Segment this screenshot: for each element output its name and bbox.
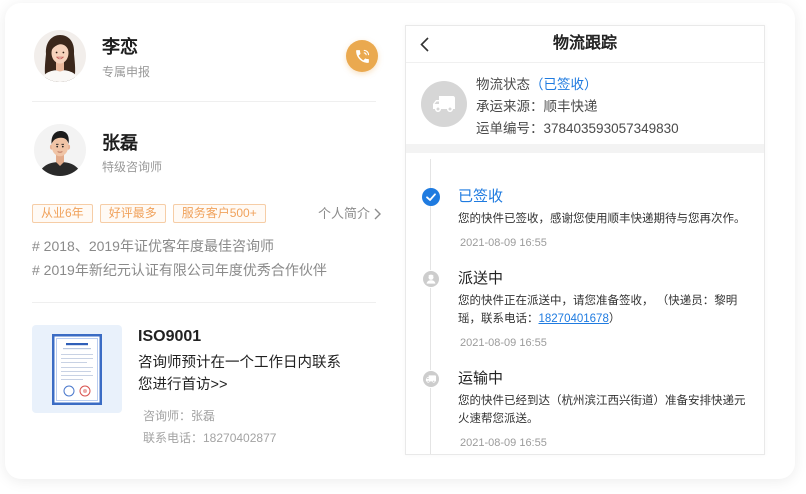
phone-icon <box>355 49 369 63</box>
service-description-link[interactable]: 咨询师预计在一个工作日内联系您进行首访>> <box>138 352 350 396</box>
panel-header: 物流跟踪 <box>406 26 764 63</box>
divider <box>32 101 376 102</box>
waybill-number: 运单编号：378403593057349830 <box>476 121 679 136</box>
logistics-panel: 物流跟踪 物流状态（已签收） 承运来源：顺丰快递 运单编号：3784035930… <box>405 25 765 455</box>
service-name: ISO9001 <box>138 328 202 345</box>
consultant-role-2: 特级咨询师 <box>102 160 163 174</box>
status-badge: （已签收） <box>530 77 598 92</box>
honor-item: # 2018、2019年证优客年度最佳咨询师 <box>32 238 274 254</box>
profile-link-label: 个人简介 <box>318 206 371 221</box>
timeline-description-end: ） <box>608 313 621 325</box>
tag: 从业6年 <box>32 204 93 223</box>
timeline-description: 您的快件正在派送中，请您准备签收， （快递员：黎明瑶，联系电话：18270401… <box>458 292 748 328</box>
timeline-time: 2021-08-09 16:55 <box>460 437 547 449</box>
back-button[interactable] <box>415 35 433 53</box>
timeline-title: 运输中 <box>458 370 504 387</box>
call-button[interactable] <box>346 40 378 72</box>
timeline-description: 您的快件已经到达（杭州滨江西兴街道）准备安排快递元火速帮您派送。 <box>458 395 746 425</box>
consultant-name-2: 张磊 <box>102 133 138 153</box>
timeline-time: 2021-08-09 16:55 <box>460 237 547 249</box>
certificate-image <box>32 325 122 413</box>
carrier: 承运来源：顺丰快递 <box>476 99 598 114</box>
consultant-avatar-2 <box>34 124 86 176</box>
chevron-right-icon <box>374 208 382 219</box>
page-title: 物流跟踪 <box>552 35 617 52</box>
tag: 好评最多 <box>99 204 166 223</box>
status-row: 物流状态（已签收） <box>476 74 679 96</box>
section-divider <box>406 144 764 153</box>
check-icon <box>422 188 440 206</box>
service-phone: 联系电话：18270402877 <box>143 431 277 445</box>
timeline-description: 您的快件已签收，感谢您使用顺丰快递期待与您再次作。 <box>458 213 746 225</box>
courier-phone-link[interactable]: 18270401678 <box>539 313 609 325</box>
timeline-title: 已签收 <box>458 188 504 205</box>
timeline-title: 派送中 <box>458 270 504 287</box>
chevron-left-icon <box>419 36 429 52</box>
consultant-card: 李恋 专属申报 张磊 特级咨询师 从业6年 好评最多 服务客户500+ 个人简介… <box>0 0 806 494</box>
status-label: 物流状态 <box>476 77 530 92</box>
tag-list: 从业6年 好评最多 服务客户500+ <box>32 204 266 223</box>
divider <box>32 302 376 303</box>
truck-icon <box>421 81 467 127</box>
consultant-avatar-1 <box>34 30 86 82</box>
honor-list: # 2018、2019年证优客年度最佳咨询师 # 2019年新纪元认证有限公司年… <box>32 234 327 282</box>
shipment-info: 物流状态（已签收） 承运来源：顺丰快递 运单编号：378403593057349… <box>476 74 679 140</box>
truck-icon <box>422 370 440 388</box>
consultant-role-1: 专属申报 <box>102 65 151 79</box>
consultant-name-1: 李恋 <box>102 37 138 57</box>
timeline-item: 运输中 您的快件已经到达（杭州滨江西兴街道）准备安排快递元火速帮您派送。 202… <box>422 369 754 452</box>
service-consultant: 咨询师：张磊 <box>143 409 216 423</box>
profile-link[interactable]: 个人简介 <box>318 205 382 222</box>
tag: 服务客户500+ <box>172 204 266 223</box>
honor-item: # 2019年新纪元认证有限公司年度优秀合作伙伴 <box>32 262 327 278</box>
timeline-time: 2021-08-09 16:55 <box>460 337 547 349</box>
consultant-panel: 李恋 专属申报 张磊 特级咨询师 从业6年 好评最多 服务客户500+ 个人简介… <box>0 0 400 494</box>
timeline-item: 派送中 您的快件正在派送中，请您准备签收， （快递员：黎明瑶，联系电话：1827… <box>422 269 754 352</box>
tracking-timeline: 已签收 您的快件已签收，感谢您使用顺丰快递期待与您再次作。 2021-08-09… <box>422 187 754 454</box>
courier-icon <box>422 270 440 288</box>
timeline-item: 已签收 您的快件已签收，感谢您使用顺丰快递期待与您再次作。 2021-08-09… <box>422 187 754 252</box>
